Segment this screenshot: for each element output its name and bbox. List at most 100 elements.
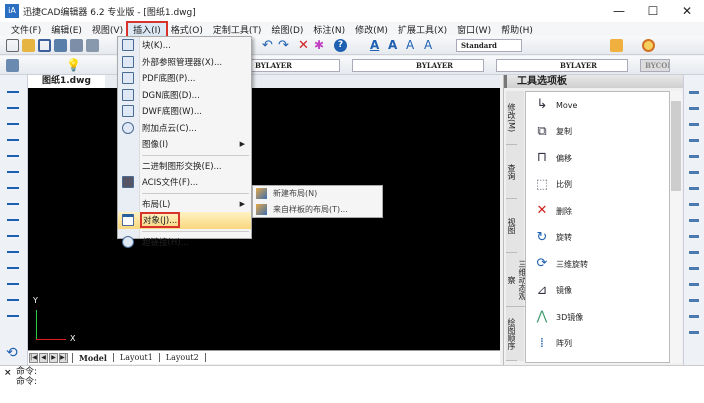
menu-format[interactable]: 格式(O) <box>166 23 208 36</box>
tab-layout1[interactable]: Layout1 <box>112 353 159 362</box>
menu-extensions[interactable]: 扩展工具(X) <box>393 23 452 36</box>
print-icon[interactable] <box>70 39 83 52</box>
3d-rotate-icon: ⟳ <box>536 256 548 272</box>
layer-manager-icon[interactable] <box>6 59 19 72</box>
minimize-button[interactable]: — <box>602 4 636 18</box>
maximize-button[interactable]: ☐ <box>636 4 670 18</box>
plot-style-select[interactable]: BYCOL <box>640 59 670 72</box>
palette-item-scale[interactable]: ⬚ 比例 <box>526 172 669 199</box>
menu-item-block[interactable]: 块(K)... <box>118 37 251 54</box>
lineweight-select[interactable]: BYLAYER <box>496 59 628 72</box>
snap-center-icon[interactable] <box>642 39 655 52</box>
palette-tab-view[interactable]: 视图 <box>506 199 517 253</box>
submenu-arrow-icon: ▶ <box>239 140 245 149</box>
menu-item-xref-manager[interactable]: 外部参照管理器(X)... <box>118 54 251 71</box>
array-icon: ⁞ <box>539 335 545 351</box>
print-preview-icon[interactable] <box>86 39 99 52</box>
menu-item-binary-dxf[interactable]: 二进制图形交换(E)... <box>118 158 251 175</box>
menu-draw[interactable]: 绘图(D) <box>266 23 308 36</box>
menu-item-object[interactable]: 对象(J)... <box>118 212 251 229</box>
drawing-canvas[interactable]: Y X <box>28 88 500 350</box>
menu-item-dwf-underlay[interactable]: DWF底图(W)... <box>118 103 251 120</box>
open-icon[interactable] <box>22 39 35 52</box>
point-cloud-icon <box>122 121 134 134</box>
tab-model[interactable]: Model <box>72 352 113 363</box>
delete-icon[interactable]: ✕ <box>298 39 311 52</box>
menu-item-dgn-underlay[interactable]: DGN底图(D)... <box>118 87 251 104</box>
close-button[interactable]: ✕ <box>670 4 704 18</box>
menu-view[interactable]: 视图(V) <box>87 23 128 36</box>
redo-icon[interactable]: ↷ <box>278 39 291 52</box>
palette-item-erase[interactable]: ✕ 删除 <box>526 198 669 225</box>
palette-item-offset[interactable]: ⊓ 偏移 <box>526 145 669 172</box>
first-tab-button[interactable]: |◀ <box>29 352 38 363</box>
next-tab-button[interactable]: ▶ <box>49 352 58 363</box>
menu-insert[interactable]: 插入(I) <box>126 20 168 38</box>
text-style-select[interactable]: Standard <box>456 39 522 52</box>
text-find-icon[interactable]: A <box>424 39 437 52</box>
palette-item-copy[interactable]: ⧉ 复制 <box>526 119 669 146</box>
insert-menu-dropdown: 块(K)... 外部参照管理器(X)... PDF底图(P)... DGN底图(… <box>117 36 252 248</box>
scale-icon: ⬚ <box>535 176 549 192</box>
purge-icon[interactable]: ✱ <box>314 39 327 52</box>
save-icon[interactable] <box>38 39 51 52</box>
help-icon[interactable]: ? <box>334 39 347 52</box>
palette-scrollbar[interactable] <box>670 91 682 363</box>
menu-item-hyperlink[interactable]: 超链接(H)... <box>118 234 251 251</box>
menu-item-layout[interactable]: 布局(L) ▶ <box>118 196 251 213</box>
palette-item-move[interactable]: ↳ Move <box>526 92 669 119</box>
menu-dimension[interactable]: 标注(N) <box>308 23 350 36</box>
color-select[interactable]: BYLAYER <box>250 59 340 72</box>
modify-tool-icons[interactable] <box>689 83 699 343</box>
draw-tool-icons[interactable] <box>7 83 19 323</box>
palette-tab-modify[interactable]: 修改(M) <box>506 91 517 145</box>
tab-layout2[interactable]: Layout2 <box>158 353 206 362</box>
menu-edit[interactable]: 编辑(E) <box>46 23 87 36</box>
palette-item-label: 比例 <box>556 180 572 190</box>
palette-item-label: 复制 <box>556 127 572 137</box>
command-close-icon[interactable]: × <box>4 368 12 378</box>
menu-item-layout-from-template[interactable]: 来自样板的布局(T)... <box>253 202 382 218</box>
xref-icon <box>122 55 134 68</box>
palette-item-array[interactable]: ⁞ 阵列 <box>526 331 669 358</box>
palette-item-label: 旋转 <box>556 233 572 243</box>
menu-item-label: 块(K)... <box>142 41 171 52</box>
x-axis-label: X <box>70 334 76 343</box>
palette-tab-inquiry[interactable]: 查询 <box>506 145 517 199</box>
menu-item-point-cloud[interactable]: 附加点云(C)... <box>118 120 251 137</box>
new-icon[interactable] <box>6 39 19 52</box>
save-all-icon[interactable] <box>54 39 67 52</box>
palette-item-rotate[interactable]: ↻ 旋转 <box>526 225 669 252</box>
document-tabs: 图纸1.dwg <box>28 75 500 88</box>
palette-items: ↳ Move ⧉ 复制 ⊓ 偏移 ⬚ 比例 ✕ 删除 ↻ 旋转 ⟳ 三维旋转 ⊿ 镜像 ⋀ 3D镜… <box>525 91 670 363</box>
menu-help[interactable]: 帮助(H) <box>496 23 538 36</box>
menu-item-pdf-underlay[interactable]: PDF底图(P)... <box>118 70 251 87</box>
linetype-select[interactable]: BYLAYER <box>352 59 484 72</box>
undo-icon[interactable]: ↶ <box>262 39 275 52</box>
text-style-icon[interactable]: A <box>388 39 401 52</box>
palette-item-label: 三维旋转 <box>556 259 588 269</box>
last-tab-button[interactable]: ▶| <box>59 352 68 363</box>
command-window[interactable]: × 命令: 命令: <box>0 365 704 403</box>
regen-icon[interactable]: ⟲ <box>6 345 18 361</box>
palette-item-mirror[interactable]: ⊿ 镜像 <box>526 278 669 305</box>
prev-tab-button[interactable]: ◀ <box>39 352 48 363</box>
palette-item-3d-rotate[interactable]: ⟳ 三维旋转 <box>526 251 669 278</box>
palette-item-label: 阵列 <box>556 339 572 349</box>
palette-item-label: 删除 <box>556 206 572 216</box>
text-icon[interactable]: A <box>370 39 383 52</box>
menu-item-image[interactable]: 图像(I) ▶ <box>118 136 251 153</box>
pdf-icon <box>122 72 134 85</box>
palette-tab-draw-order[interactable]: 绘图顺序 <box>506 307 517 361</box>
menu-window[interactable]: 窗口(W) <box>452 23 496 36</box>
menu-item-new-layout[interactable]: 新建布局(N) <box>253 186 382 202</box>
menu-modify[interactable]: 修改(M) <box>350 23 393 36</box>
palette-item-3d-mirror[interactable]: ⋀ 3D镜像 <box>526 304 669 331</box>
text-edit-icon[interactable]: A <box>406 39 419 52</box>
menu-custom-tools[interactable]: 定制工具(T) <box>208 23 267 36</box>
3d-mirror-icon: ⋀ <box>536 309 548 325</box>
menu-file[interactable]: 文件(F) <box>6 23 46 36</box>
document-tab[interactable]: 图纸1.dwg <box>28 75 105 88</box>
menu-item-acis-file[interactable]: ACIS文件(F)... <box>118 174 251 191</box>
snap-perpendicular-icon[interactable] <box>610 39 623 52</box>
